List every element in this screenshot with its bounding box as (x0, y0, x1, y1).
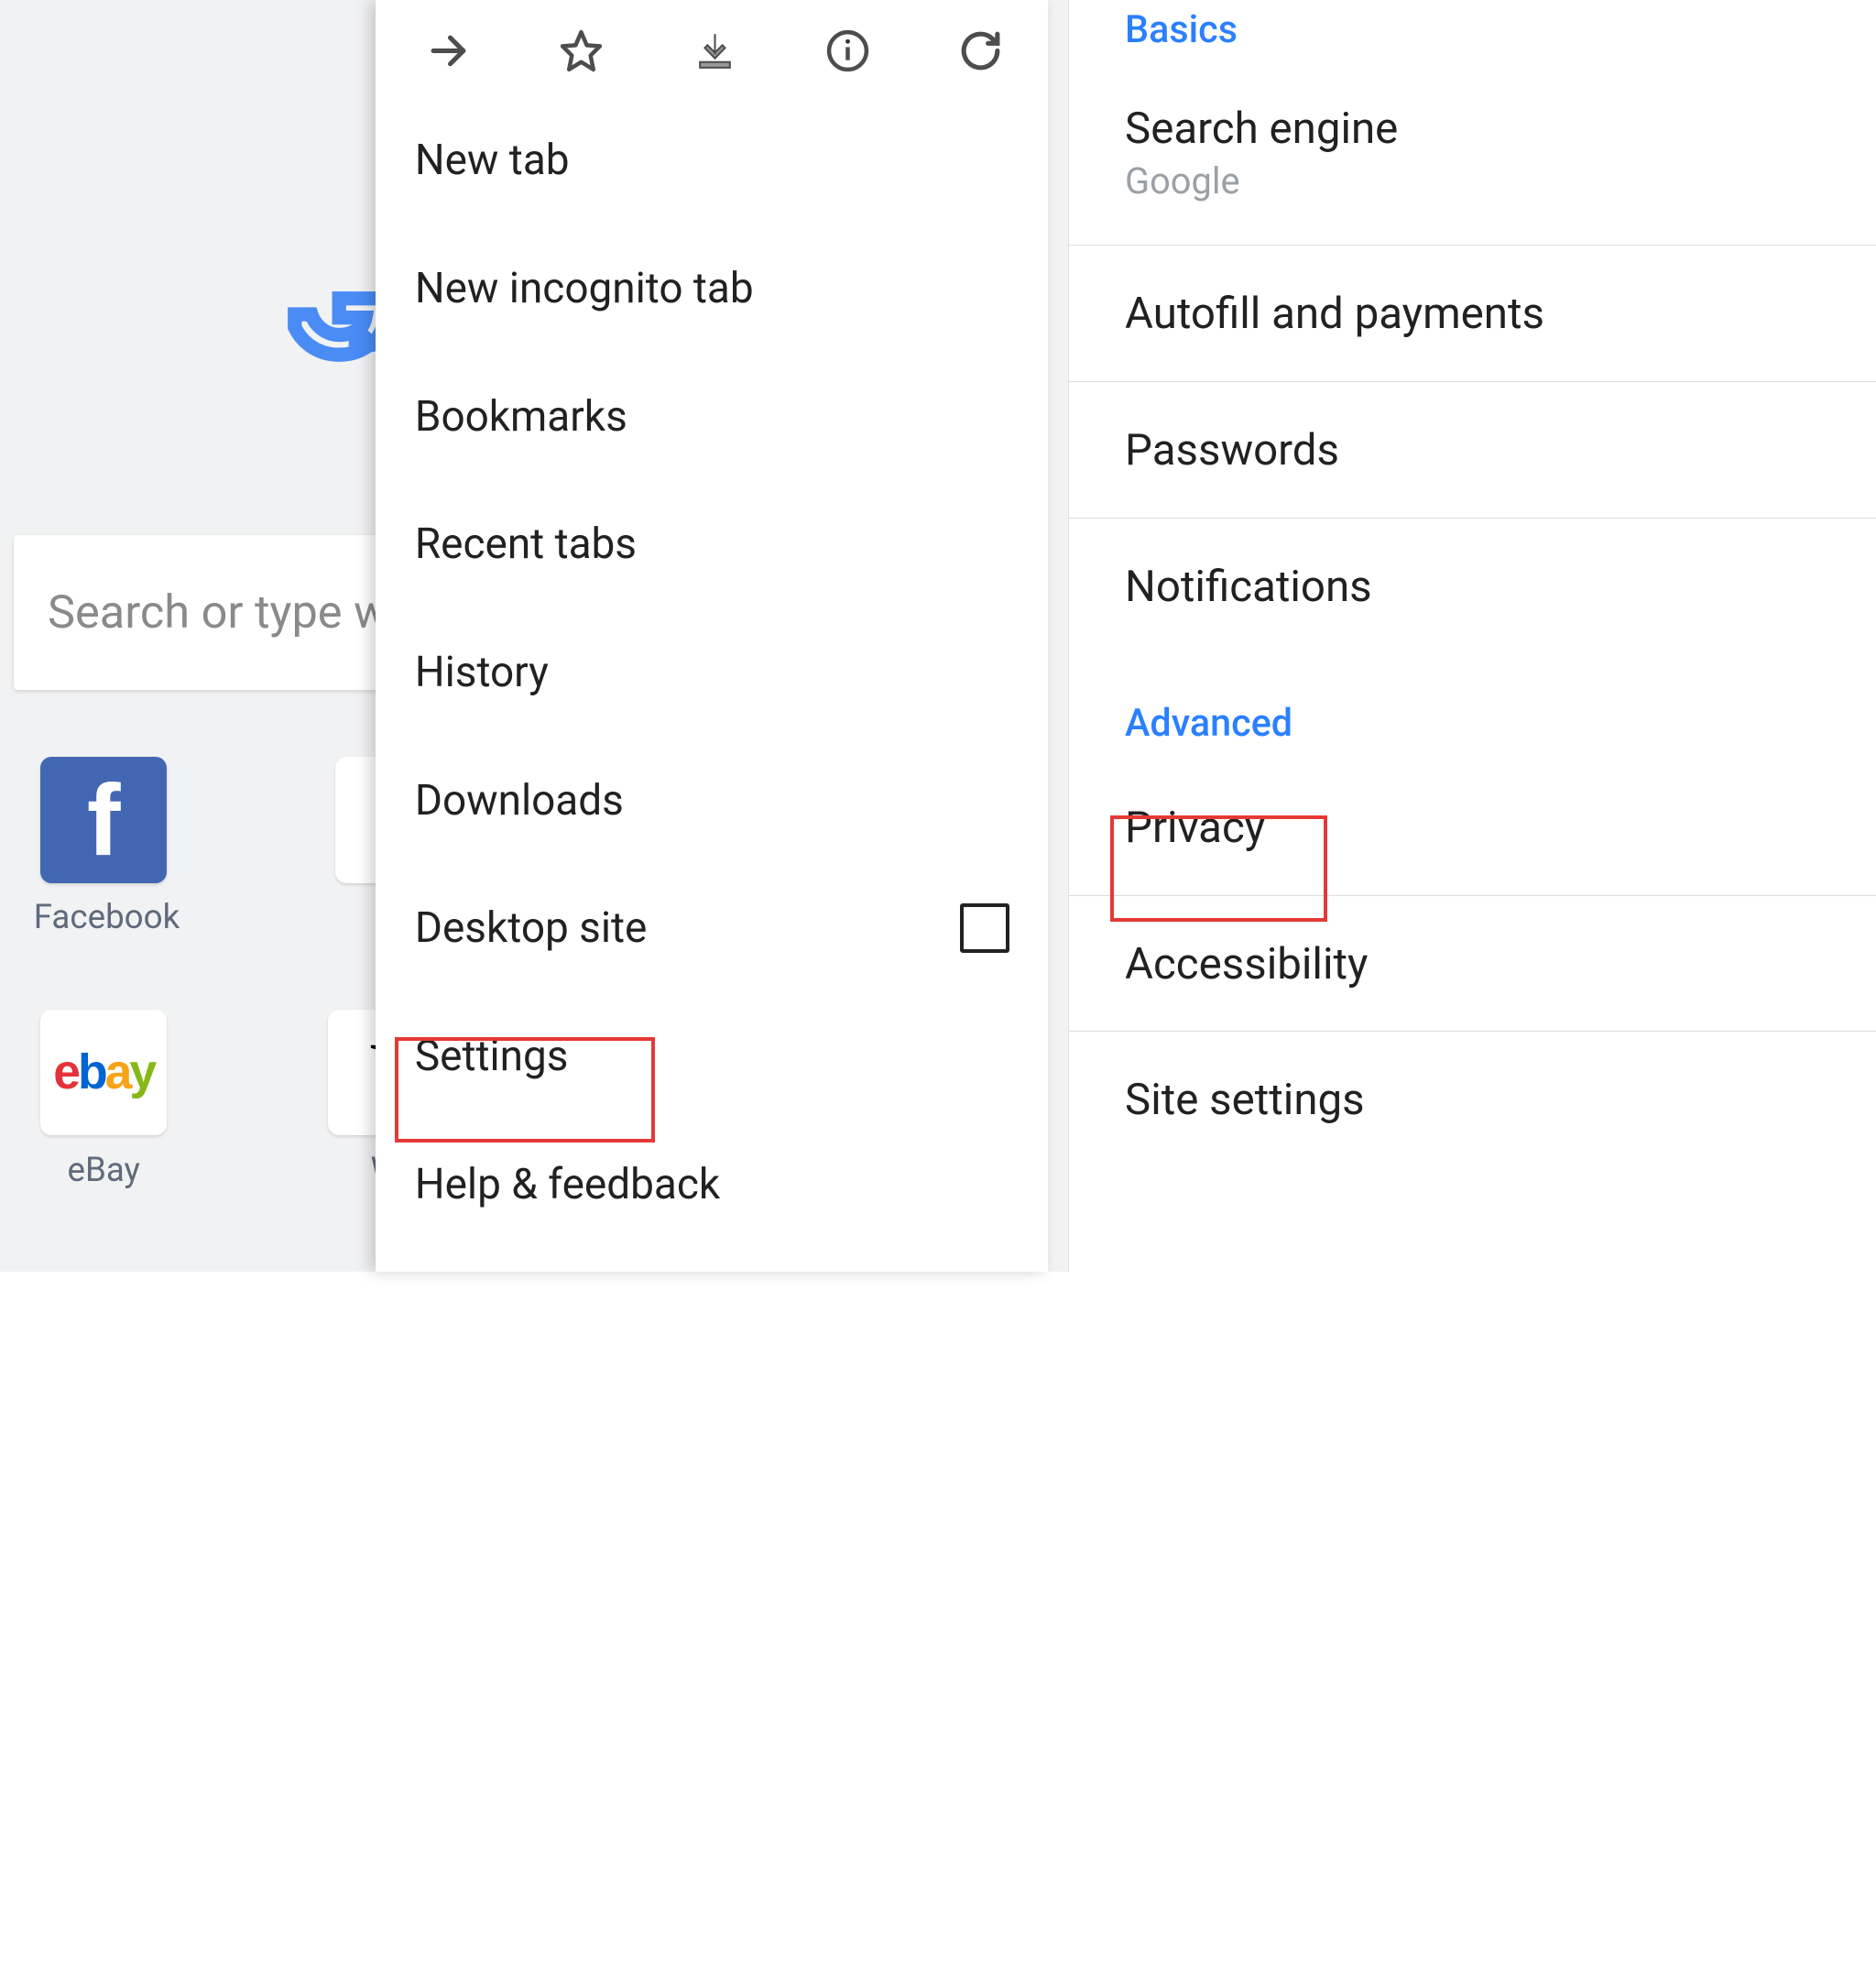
section-advanced: Advanced (1069, 693, 1876, 776)
chip-label: eBay (68, 1150, 140, 1189)
search-placeholder: Search or type we (48, 585, 413, 640)
menu-settings[interactable]: Settings (415, 992, 1015, 1121)
download-icon[interactable] (690, 26, 740, 76)
speed-dial-ebay[interactable]: ebay eBay (34, 1010, 174, 1189)
setting-autofill[interactable]: Autofill and payments (1069, 246, 1876, 382)
menu-item-label: New incognito tab (415, 264, 754, 313)
menu-history[interactable]: History (415, 608, 1015, 737)
menu-icon-row (376, 0, 1048, 97)
star-icon[interactable] (556, 26, 606, 76)
facebook-icon: f (40, 757, 167, 883)
menu-item-label: Bookmarks (415, 392, 627, 442)
setting-site-settings[interactable]: Site settings (1069, 1032, 1876, 1167)
menu-item-label: New tab (415, 136, 570, 185)
setting-title: Site settings (1125, 1074, 1823, 1125)
menu-item-label: Settings (415, 1032, 569, 1081)
menu-help-feedback[interactable]: Help & feedback (415, 1121, 1015, 1249)
setting-passwords[interactable]: Passwords (1069, 382, 1876, 519)
overflow-menu: New tab New incognito tab Bookmarks Rece… (376, 0, 1048, 1272)
setting-title: Accessibility (1125, 938, 1823, 990)
menu-item-label: Desktop site (415, 903, 647, 953)
setting-title: Passwords (1125, 424, 1823, 476)
info-icon[interactable] (823, 26, 873, 76)
setting-title: Search engine (1125, 103, 1823, 154)
setting-title: Notifications (1125, 561, 1823, 612)
setting-title: Privacy (1125, 802, 1823, 853)
settings-screen: Basics Search engine Google Autofill and… (1068, 0, 1876, 1272)
setting-search-engine[interactable]: Search engine Google (1069, 83, 1876, 246)
menu-new-incognito[interactable]: New incognito tab (415, 224, 1015, 353)
menu-item-label: Help & feedback (415, 1160, 720, 1209)
menu-bookmarks[interactable]: Bookmarks (415, 353, 1015, 481)
setting-subtitle: Google (1125, 159, 1823, 202)
ebay-icon: ebay (40, 1010, 167, 1136)
menu-item-label: Recent tabs (415, 519, 637, 569)
refresh-icon[interactable] (955, 26, 1006, 76)
chip-label: Facebook (34, 897, 180, 936)
menu-recent-tabs[interactable]: Recent tabs (415, 481, 1015, 609)
menu-item-label: History (415, 648, 549, 697)
forward-icon[interactable] (423, 26, 474, 76)
menu-new-tab[interactable]: New tab (415, 97, 1015, 225)
speed-dial-facebook[interactable]: f Facebook (34, 757, 174, 936)
menu-list: New tab New incognito tab Bookmarks Rece… (376, 97, 1048, 1249)
setting-title: Autofill and payments (1125, 288, 1823, 339)
menu-downloads[interactable]: Downloads (415, 737, 1015, 865)
menu-desktop-site[interactable]: Desktop site (415, 864, 1015, 992)
section-basics: Basics (1069, 0, 1876, 83)
desktop-site-checkbox[interactable] (960, 903, 1009, 953)
setting-privacy[interactable]: Privacy (1069, 776, 1876, 895)
menu-item-label: Downloads (415, 776, 624, 825)
setting-notifications[interactable]: Notifications (1069, 519, 1876, 654)
setting-accessibility[interactable]: Accessibility (1069, 896, 1876, 1033)
